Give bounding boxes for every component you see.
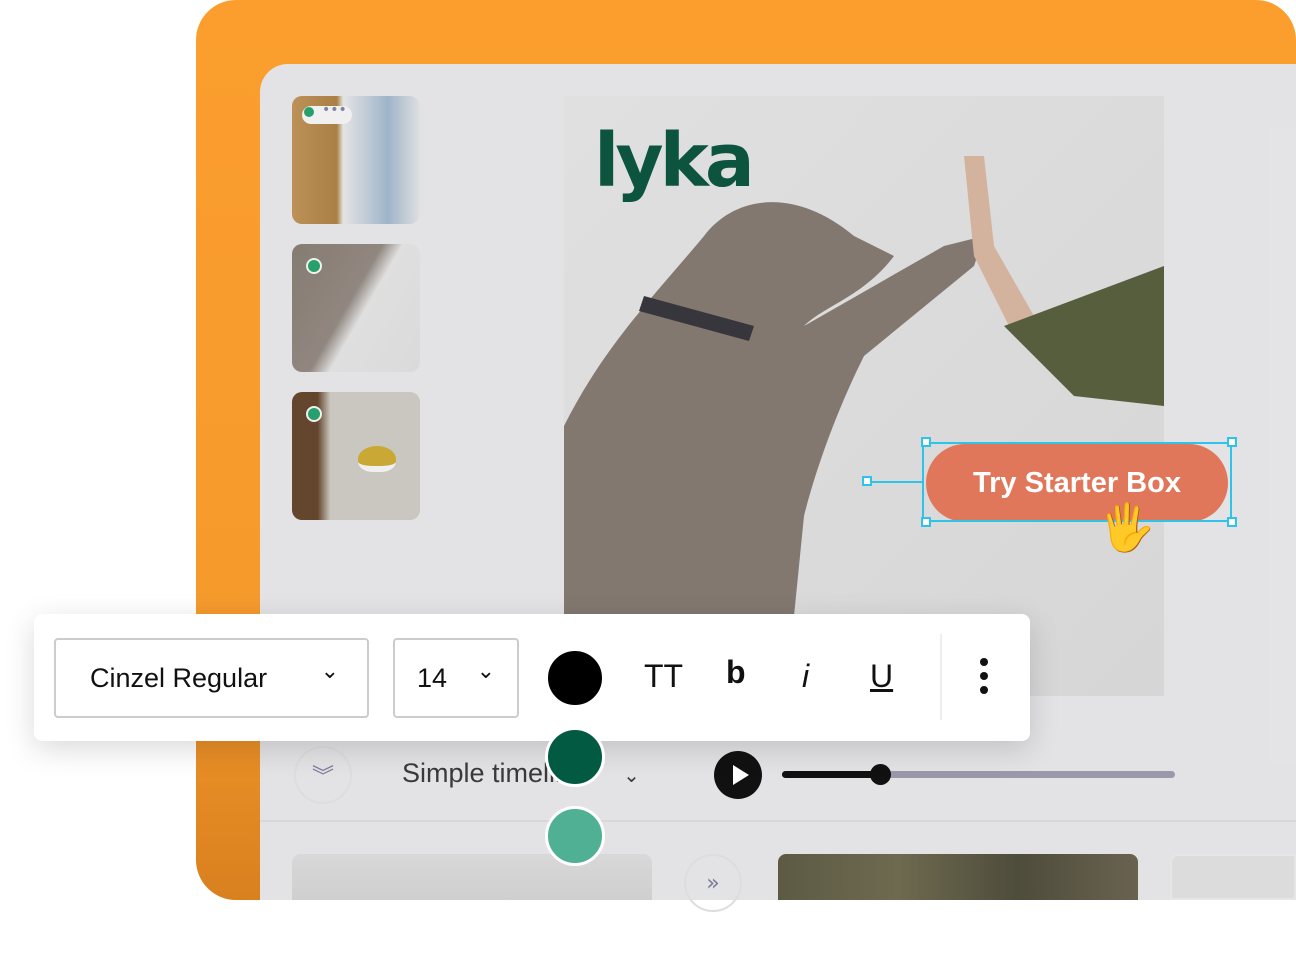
hand-cursor-icon: 🖐 bbox=[1098, 500, 1156, 554]
resize-handle[interactable] bbox=[921, 437, 931, 447]
selection-box bbox=[922, 442, 1232, 522]
chevron-down-icon: ⌄ bbox=[476, 658, 495, 683]
bold-button[interactable]: b bbox=[726, 654, 746, 691]
rotate-handle[interactable] bbox=[862, 476, 872, 486]
underline-button[interactable]: U bbox=[870, 658, 893, 695]
status-dot bbox=[304, 107, 314, 117]
timeline-bar: ︾ Simple timeline ⌄ » bbox=[260, 728, 1296, 912]
divider bbox=[260, 820, 1296, 822]
thumbnail-dog-on-leash[interactable]: ••• bbox=[292, 96, 420, 224]
status-dot bbox=[306, 406, 322, 422]
italic-button[interactable]: i bbox=[802, 658, 809, 695]
clip-empty[interactable] bbox=[1170, 854, 1296, 900]
food-bowl bbox=[358, 446, 396, 472]
status-dot bbox=[306, 258, 322, 274]
font-size-dropdown[interactable]: 14 ⌄ bbox=[393, 638, 519, 718]
more-options-pill[interactable]: ••• bbox=[302, 102, 352, 124]
chevron-double-down-icon: ︾ bbox=[311, 765, 334, 790]
design-canvas[interactable]: lyka bbox=[564, 96, 1164, 696]
chevron-down-icon: ⌄ bbox=[320, 658, 339, 683]
divider bbox=[940, 634, 942, 720]
chevron-double-right-icon: » bbox=[706, 870, 720, 896]
color-swatch-teal[interactable] bbox=[545, 806, 605, 866]
resize-handle[interactable] bbox=[1227, 517, 1237, 527]
thumbnail-dog-high-five[interactable] bbox=[292, 244, 420, 372]
clip-field[interactable] bbox=[778, 854, 1138, 900]
chevron-down-icon: ⌄ bbox=[623, 765, 640, 787]
timeline-slider[interactable] bbox=[782, 764, 1175, 785]
rotation-line bbox=[872, 481, 922, 483]
color-swatch-dark-green[interactable] bbox=[545, 727, 605, 787]
transition-button[interactable]: » bbox=[684, 854, 742, 912]
font-family-value: Cinzel Regular bbox=[90, 662, 268, 693]
resize-handle[interactable] bbox=[1227, 437, 1237, 447]
slider-fill bbox=[782, 771, 881, 778]
lyka-logo: lyka bbox=[594, 118, 755, 204]
play-icon bbox=[733, 765, 749, 785]
resize-handle[interactable] bbox=[921, 517, 931, 527]
font-family-dropdown[interactable]: Cinzel Regular ⌄ bbox=[54, 638, 369, 718]
text-case-button[interactable]: TT bbox=[644, 658, 683, 695]
color-swatch-black[interactable] bbox=[545, 648, 605, 708]
ellipsis-icon: ••• bbox=[322, 102, 347, 118]
font-size-value: 14 bbox=[417, 662, 448, 693]
clip-dogs[interactable] bbox=[292, 854, 652, 900]
thumbnail-dog-food-bowl[interactable] bbox=[292, 392, 420, 520]
slider-handle[interactable] bbox=[870, 764, 892, 785]
play-button[interactable] bbox=[714, 751, 762, 799]
text-format-toolbar: Cinzel Regular ⌄ 14 ⌄ TT b i U bbox=[34, 614, 1030, 741]
more-options-button[interactable] bbox=[980, 658, 988, 694]
collapse-button[interactable]: ︾ bbox=[294, 746, 352, 804]
